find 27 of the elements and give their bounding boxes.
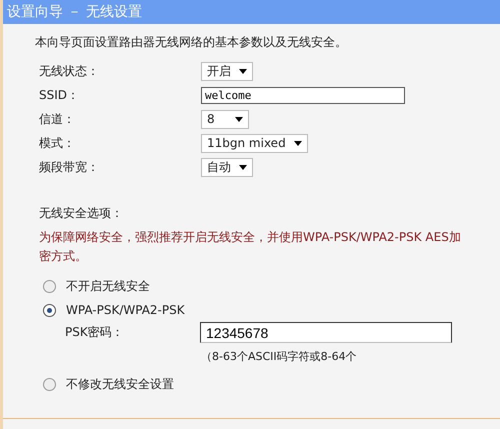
field-label: SSID： — [39, 86, 80, 104]
caret-icon — [235, 116, 243, 122]
input-field[interactable]: welcome — [201, 86, 405, 104]
field-label: PSK密码： — [65, 324, 125, 341]
caret-icon — [239, 164, 247, 170]
radio-button[interactable] — [43, 304, 56, 316]
option-label: 不修改无线安全设置 — [66, 376, 174, 392]
radio-button[interactable] — [43, 378, 56, 390]
dropdown[interactable]: 开启 — [201, 62, 253, 80]
window-title: 设置向导 － 无线设置 — [7, 3, 142, 21]
password-field[interactable]: 12345678 — [200, 322, 452, 343]
section-heading: 无线安全选项： — [39, 205, 124, 222]
option-label: WPA-PSK/WPA2-PSK — [66, 303, 185, 317]
field-label: 无线状态： — [39, 62, 100, 80]
caret-icon — [239, 68, 247, 74]
field-label: 频段带宽： — [39, 158, 100, 176]
radio-button[interactable] — [43, 280, 56, 292]
field-label: 模式： — [39, 134, 76, 152]
dropdown[interactable]: 11bgn mixed — [201, 134, 308, 152]
caret-icon — [294, 140, 302, 146]
dropdown[interactable]: 自动 — [201, 158, 253, 176]
option-label: 不开启无线安全 — [66, 278, 150, 294]
warning-text: 为保障网络安全，强烈推荐开启无线安全，并使用WPA-PSK/WPA2-PSK AES加密方式。 — [39, 229, 462, 265]
hint-text: （8-63个ASCII码字符或8-64个 — [201, 349, 357, 364]
intro-text: 本向导页面设置路由器无线网络的基本参数以及无线安全。 — [35, 34, 348, 51]
field-label: 信道： — [39, 110, 76, 128]
dropdown[interactable]: 8 — [201, 110, 249, 128]
